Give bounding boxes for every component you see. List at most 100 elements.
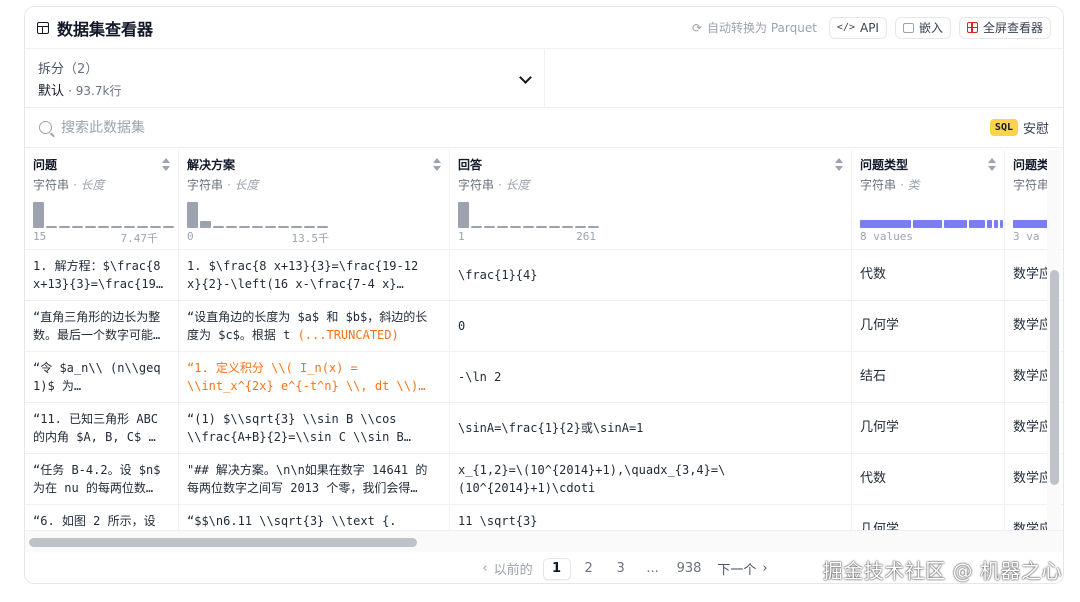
auto-convert-parquet[interactable]: ⟳ 自动转换为 Parquet: [692, 19, 817, 36]
histogram-bar: [150, 226, 161, 228]
fullscreen-table-icon: [966, 22, 978, 33]
embed-icon: [902, 22, 914, 33]
table-cell[interactable]: “11. 已知三角形 ABC 的内角 $A, B, C$ …: [25, 403, 178, 454]
table-cell[interactable]: “1. 定义积分 \\( I_n(x) = \\int_x^{2x} e^{-t^…: [179, 352, 449, 403]
column-problem-type: 问题类型 字符串 · 类 8 values 代数 几何学 结石 几何学 代数 几…: [852, 150, 1008, 530]
table-cell[interactable]: “设直角边的长度为 $a$ 和 $b$，斜边的长 度为 $c$。根据 t (...…: [179, 301, 449, 352]
vertical-scrollbar[interactable]: [1047, 150, 1061, 530]
histogram-bar: [497, 226, 508, 228]
histogram-bar: [588, 226, 599, 228]
sort-icon[interactable]: [835, 158, 843, 171]
length-histogram: [458, 200, 599, 228]
viewer-title-text: 数据集查看器: [57, 19, 154, 39]
histogram-bar: [200, 221, 211, 228]
table-cell[interactable]: -\ln 2: [450, 352, 851, 403]
column-header[interactable]: 问题 字符串 · 长度 15 7.47千: [25, 150, 178, 250]
histogram-bar: [484, 226, 495, 228]
sort-icon[interactable]: [162, 158, 170, 171]
table-cell[interactable]: 代数: [852, 454, 1004, 505]
histogram-bar: [111, 226, 122, 228]
length-histogram: [33, 200, 174, 228]
split-row: 拆分（2） 默认 · 93.7k行: [25, 49, 1063, 108]
table-cell[interactable]: “6. 如图 2 所示，设: [25, 505, 178, 530]
table-cell[interactable]: \sinA=\frac{1}{2}或\sinA=1: [450, 403, 851, 454]
histogram-bar: [98, 226, 109, 228]
page-938[interactable]: 938: [671, 558, 708, 580]
histogram-bar: [124, 226, 135, 228]
sort-icon[interactable]: [988, 158, 996, 171]
vertical-scroll-thumb[interactable]: [1050, 270, 1059, 485]
table-cell[interactable]: “$$\n6.11 \\sqrt{3} \\text {.: [179, 505, 449, 530]
column-header[interactable]: 问题类型 字符串 · 类 8 values: [852, 150, 1008, 250]
split-label: 拆分（2）: [38, 62, 99, 77]
table-cell[interactable]: \frac{1}{4}: [450, 250, 851, 301]
table-cell[interactable]: 代数: [852, 250, 1004, 301]
sort-icon[interactable]: [433, 158, 441, 171]
split-value: 默认 · 93.7k行: [38, 84, 122, 99]
histogram-bar: [226, 226, 237, 228]
histogram-bar: [85, 226, 96, 228]
dataset-viewer-card: 数据集查看器 ⟳ 自动转换为 Parquet </> API 嵌入 全屏查看器: [24, 6, 1064, 584]
histogram-bar: [458, 202, 469, 228]
split-selector[interactable]: 拆分（2） 默认 · 93.7k行: [25, 49, 545, 107]
category-segment: [913, 220, 942, 228]
chevron-right-icon: ›: [762, 561, 768, 576]
table-cell[interactable]: 11 \sqrt{3}: [450, 505, 851, 530]
page-3[interactable]: 3: [607, 558, 635, 580]
column-header[interactable]: 解决方案 字符串 · 长度 0 13.5千: [179, 150, 449, 250]
refresh-icon: ⟳: [691, 20, 703, 35]
histogram-bar: [510, 226, 521, 228]
next-page-button[interactable]: 下一个 ›: [711, 558, 773, 580]
category-segment: [994, 220, 998, 228]
search-row: SQL 安慰: [25, 108, 1063, 148]
table-cell[interactable]: 几何学: [852, 505, 1004, 530]
table-cell[interactable]: x_{1,2}=\(10^{2014}+1),\quadx_{3,4}=\ (10…: [450, 454, 851, 505]
histogram-bar: [46, 226, 57, 228]
table-cell[interactable]: 结石: [852, 352, 1004, 403]
search-icon: [39, 121, 52, 134]
table-cell[interactable]: "## 解决方案。\n\n如果在数字 14641 的每两位数字之间写 2013 …: [179, 454, 449, 505]
page-ellipsis: ...: [646, 561, 659, 576]
api-button[interactable]: </> API: [828, 16, 887, 39]
sql-badge: SQL: [989, 119, 1018, 136]
table-cell[interactable]: “任务 B-4.2。设 $n$ 为在 nu 的每两位数…: [25, 454, 178, 505]
table-cell[interactable]: “(1) $\\sqrt{3} \\sin B \\cos \\frac{A+B}…: [179, 403, 449, 454]
category-segment: [860, 220, 911, 228]
embed-button[interactable]: 嵌入: [894, 16, 951, 39]
histogram-bar: [575, 226, 586, 228]
table-cell[interactable]: 1. 解方程：$\frac{8 x+13}{3}=\frac{19…: [25, 250, 178, 301]
column-header[interactable]: 回答 字符串 · 长度 1 261: [450, 150, 851, 250]
table-cell[interactable]: 几何学: [852, 301, 1004, 352]
length-histogram: [187, 200, 328, 228]
fullscreen-viewer-button[interactable]: 全屏查看器: [958, 16, 1051, 39]
page-1[interactable]: 1: [542, 557, 571, 580]
column-question: 问题 字符串 · 长度 15 7.47千 1. 解方程：$\frac{8 x+13}…: [25, 150, 179, 530]
histogram-bar: [213, 226, 224, 228]
histogram-bar: [278, 226, 289, 228]
category-distribution-bar: [860, 220, 1008, 228]
histogram-bar: [72, 226, 83, 228]
horizontal-scroll-thumb[interactable]: [29, 538, 417, 547]
histogram-bar: [59, 226, 70, 228]
prev-page-button[interactable]: ‹ 以前的: [476, 558, 538, 580]
watermark: 掘金技术社区 @ 机器之心: [822, 559, 1062, 583]
category-segment: [969, 220, 985, 228]
histogram-bar: [317, 226, 328, 228]
table-cell[interactable]: 0: [450, 301, 851, 352]
table-cell[interactable]: 几何学: [852, 403, 1004, 454]
column-solution: 解决方案 字符串 · 长度 0 13.5千 1. $\frac{8 x+13}{3…: [179, 150, 450, 530]
search-input[interactable]: [61, 119, 661, 136]
histogram-bar: [252, 226, 263, 228]
histogram-bar: [33, 202, 44, 228]
histogram-bar: [549, 226, 560, 228]
histogram-bar: [536, 226, 547, 228]
table-cell[interactable]: 1. $\frac{8 x+13}{3}=\frac{19-12 x}{2}-\l…: [179, 250, 449, 301]
page-2[interactable]: 2: [575, 558, 603, 580]
horizontal-scrollbar[interactable]: [25, 530, 1063, 552]
histogram-bar: [239, 226, 250, 228]
truncated-marker: (...TRUNCATED): [297, 328, 399, 342]
histogram-bar: [471, 226, 482, 228]
table-cell[interactable]: “直角三角形的边长为整 数。最后一个数字可能…: [25, 301, 178, 352]
sql-console-button[interactable]: SQL 安慰: [989, 118, 1049, 137]
table-cell[interactable]: “令 $a_n\\ (n\\geq 1)$ 为…: [25, 352, 178, 403]
